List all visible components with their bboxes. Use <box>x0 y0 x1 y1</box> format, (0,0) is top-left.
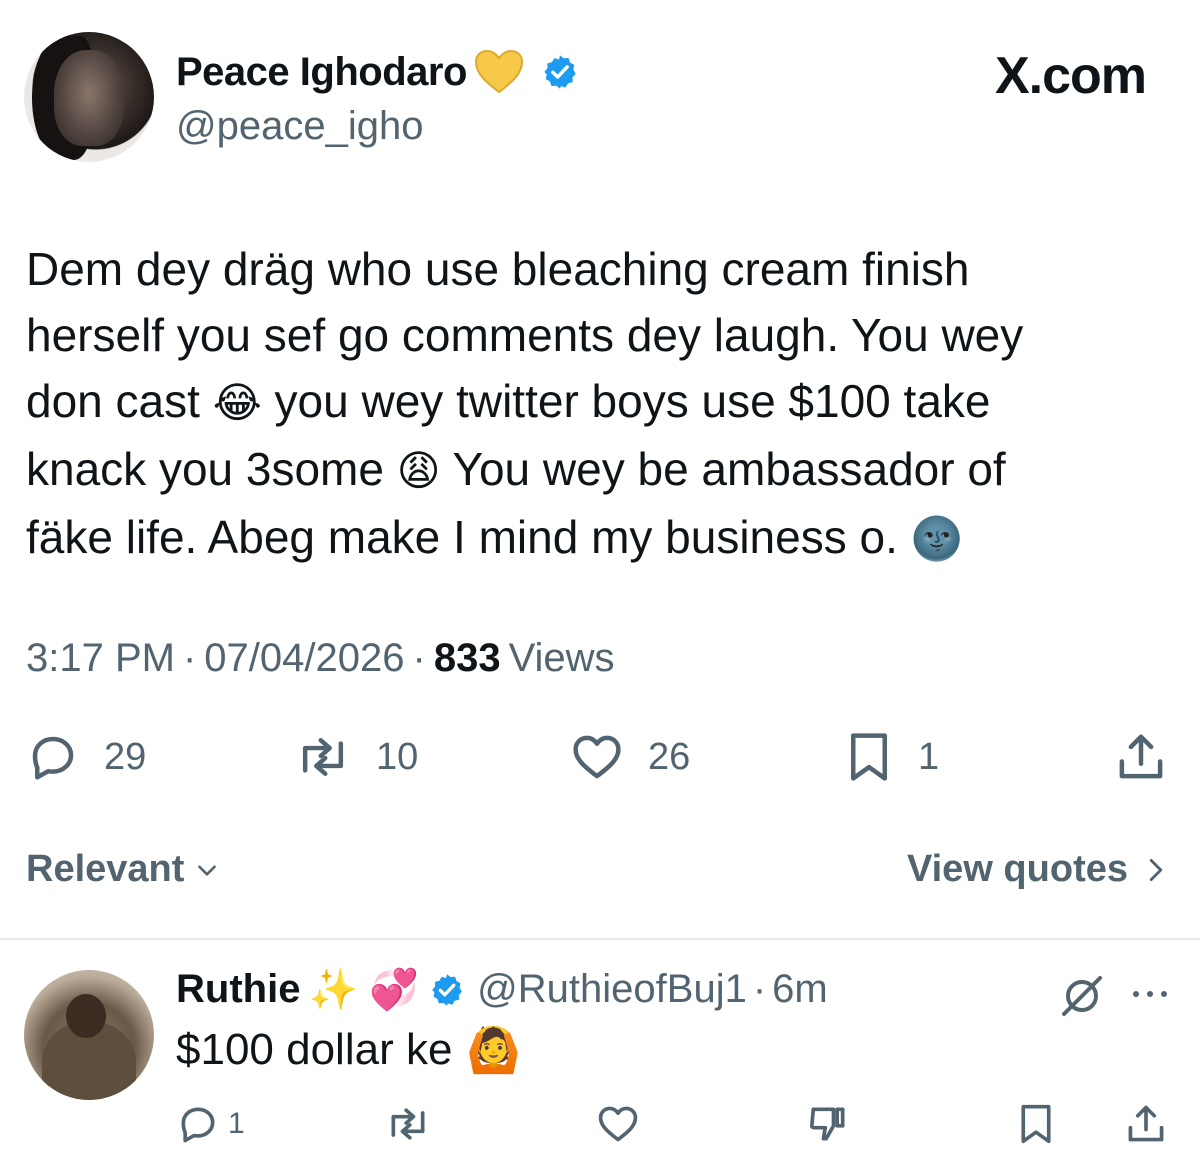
tweet-detail-page: Peace Ighodaro @peace_igho X.com Dem dey… <box>0 0 1200 1166</box>
grok-icon[interactable] <box>1058 972 1106 1020</box>
tweet-line: knack you 3some 😩 You wey be ambassador … <box>26 443 1006 495</box>
repost-icon <box>302 738 344 776</box>
chevron-right-icon <box>1149 858 1163 881</box>
reply-author-name[interactable]: Ruthie <box>176 967 300 1012</box>
reply-downvote-button[interactable] <box>806 1102 850 1146</box>
author-avatar[interactable] <box>24 32 154 162</box>
weary-emoji-icon: 😩 <box>396 446 441 495</box>
reply-share-button[interactable] <box>1124 1102 1168 1146</box>
reply-reply-button[interactable]: 1 <box>176 1102 245 1146</box>
heart-icon <box>573 735 621 779</box>
reply-author-handle[interactable]: @RuthieofBuj1 <box>477 967 747 1012</box>
reply-bookmark-button[interactable] <box>1016 1102 1056 1146</box>
site-watermark: X.com <box>994 47 1147 105</box>
tweet-date[interactable]: 07/04/2026 <box>204 636 404 681</box>
reply-like-button[interactable] <box>596 1102 640 1146</box>
reply-author-avatar[interactable] <box>24 970 154 1100</box>
tweet-action-bar: 29 10 26 1 <box>0 720 1200 800</box>
views-count: 833 <box>433 636 501 680</box>
heart-icon <box>598 1106 638 1142</box>
verified-badge-icon <box>544 55 576 89</box>
more-options-icon[interactable] <box>1130 986 1170 1002</box>
sort-label: Relevant <box>26 848 185 890</box>
thumbs-down-icon <box>809 1107 845 1141</box>
repost-icon <box>391 1108 425 1140</box>
bookmark-button[interactable]: 1 <box>844 730 939 784</box>
laughing-emoji-icon: 😂 <box>212 378 262 427</box>
reply-icon <box>181 1107 215 1143</box>
bookmark-count: 1 <box>918 735 940 778</box>
tweet-text: Dem dey dräg who use bleaching cream fin… <box>26 236 1146 572</box>
tweet-line: Dem dey dräg who use bleaching cream fin… <box>26 243 970 295</box>
author-handle[interactable]: @peace_igho <box>176 104 423 149</box>
reply-time[interactable]: 6m <box>772 967 828 1012</box>
like-count: 26 <box>648 735 691 778</box>
bookmark-icon <box>851 733 887 781</box>
reply-text: $100 dollar ke 🙆 <box>176 1025 522 1075</box>
share-icon <box>1128 1105 1164 1142</box>
share-icon <box>1119 734 1163 779</box>
person-gesturing-ok-emoji-icon: 🙆 <box>466 1026 522 1075</box>
sort-dropdown[interactable]: Relevant <box>26 848 220 891</box>
like-button[interactable]: 26 <box>570 730 690 784</box>
tweet-line: herself you sef go comments dey laugh. Y… <box>26 309 1024 361</box>
tweet-line: fäke life. Abeg make I mind my business … <box>26 511 963 563</box>
share-button[interactable] <box>1114 730 1168 784</box>
author-name-row[interactable]: Peace Ighodaro <box>176 48 579 96</box>
reply-reply-count: 1 <box>228 1107 245 1140</box>
reply-button[interactable]: 29 <box>26 730 146 784</box>
verified-badge-icon <box>432 973 463 1006</box>
reply-name-emojis: ✨ 💞 <box>308 968 420 1012</box>
reply-header: Ruthie ✨ 💞 @RuthieofBuj1 · 6m <box>176 967 828 1012</box>
repost-count: 10 <box>376 735 419 778</box>
tweet-meta: 3:17 PM · 07/04/2026 · 833 Views <box>26 636 615 681</box>
new-moon-face-emoji-icon: 🌚 <box>910 514 963 563</box>
reply-count: 29 <box>104 735 147 778</box>
yellow-heart-icon <box>474 49 523 94</box>
reply-repost-button[interactable] <box>384 1102 432 1146</box>
repost-button[interactable]: 10 <box>294 730 418 784</box>
bookmark-icon <box>1021 1104 1051 1144</box>
view-quotes-link[interactable]: View quotes <box>907 848 1168 891</box>
tweet-time[interactable]: 3:17 PM <box>26 636 175 681</box>
tweet-line: don cast 😂 you wey twitter boys use $100… <box>26 375 991 427</box>
author-display-name[interactable]: Peace Ighodaro <box>176 50 467 95</box>
views-label: Views <box>508 636 615 680</box>
chevron-down-icon <box>198 864 217 876</box>
view-quotes-label: View quotes <box>906 848 1128 890</box>
section-divider <box>0 938 1200 940</box>
reply-icon <box>32 736 74 780</box>
reply-action-bar: 1 <box>0 1098 1200 1158</box>
